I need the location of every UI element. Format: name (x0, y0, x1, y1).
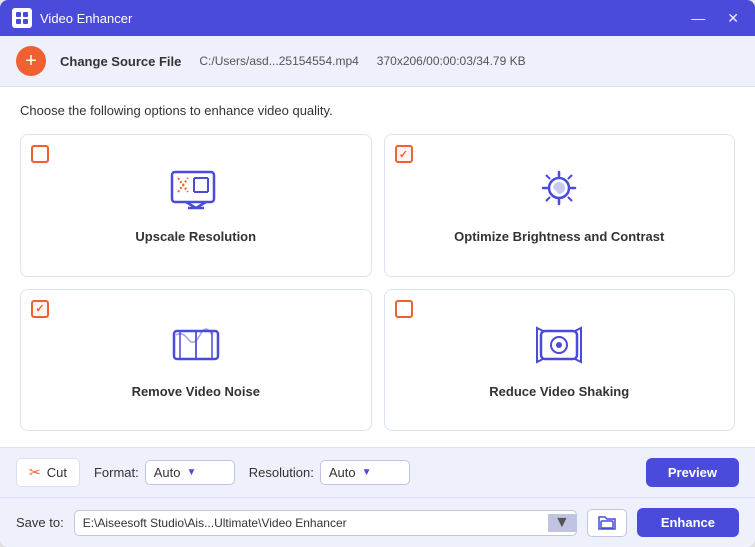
resolution-dropdown[interactable]: Auto ▼ (320, 460, 410, 485)
window-controls: — ✕ (687, 8, 743, 29)
brightness-label: Optimize Brightness and Contrast (454, 229, 664, 244)
save-path-dropdown[interactable]: ▼ (548, 514, 576, 532)
preview-button[interactable]: Preview (646, 458, 739, 487)
shaking-label: Reduce Video Shaking (489, 384, 629, 399)
enhance-button[interactable]: Enhance (637, 508, 739, 537)
noise-label: Remove Video Noise (132, 384, 260, 399)
add-source-button[interactable]: + (16, 46, 46, 76)
app-window: Video Enhancer — ✕ + Change Source File … (0, 0, 755, 547)
resolution-value: Auto (329, 465, 356, 480)
main-content: Choose the following options to enhance … (0, 87, 755, 447)
resolution-label: Resolution: (249, 465, 314, 480)
toolbar: + Change Source File C:/Users/asd...2515… (0, 36, 755, 87)
format-dropdown[interactable]: Auto ▼ (145, 460, 235, 485)
resolution-group: Resolution: Auto ▼ (249, 460, 410, 485)
save-path-input[interactable] (75, 511, 548, 535)
upscale-resolution-card[interactable]: Upscale Resolution (20, 134, 372, 277)
folder-button[interactable] (587, 509, 627, 537)
save-path-wrapper: ▼ (74, 510, 577, 536)
minimize-button[interactable]: — (687, 8, 709, 28)
close-button[interactable]: ✕ (723, 8, 743, 29)
change-source-label[interactable]: Change Source File (60, 54, 181, 69)
upscale-icon (168, 166, 224, 219)
shaking-checkbox[interactable] (395, 300, 413, 318)
cut-label: Cut (47, 465, 67, 480)
noise-icon (168, 321, 224, 374)
plus-icon: + (25, 51, 37, 71)
format-arrow-icon: ▼ (187, 467, 197, 478)
save-bar: Save to: ▼ Enhance (0, 497, 755, 547)
noise-checkbox[interactable] (31, 300, 49, 318)
file-details: 370x206/00:00:03/34.79 KB (377, 54, 526, 68)
brightness-contrast-card[interactable]: Optimize Brightness and Contrast (384, 134, 736, 277)
scissors-icon: ✂ (29, 464, 41, 481)
brightness-checkbox[interactable] (395, 145, 413, 163)
app-icon (12, 8, 32, 28)
brightness-icon (531, 166, 587, 219)
reduce-shaking-card[interactable]: Reduce Video Shaking (384, 289, 736, 432)
save-to-label: Save to: (16, 515, 64, 530)
instructions-text: Choose the following options to enhance … (20, 103, 735, 118)
titlebar-left: Video Enhancer (12, 8, 132, 28)
bottom-bar: ✂ Cut Format: Auto ▼ Resolution: Auto ▼ … (0, 447, 755, 497)
file-name: C:/Users/asd...25154554.mp4 (199, 54, 358, 68)
cut-button[interactable]: ✂ Cut (16, 458, 80, 487)
upscale-checkbox[interactable] (31, 145, 49, 163)
format-value: Auto (154, 465, 181, 480)
folder-icon (597, 515, 617, 531)
upscale-label: Upscale Resolution (135, 229, 256, 244)
remove-noise-card[interactable]: Remove Video Noise (20, 289, 372, 432)
format-label: Format: (94, 465, 139, 480)
shaking-icon (531, 321, 587, 374)
options-grid: Upscale Resolution (20, 134, 735, 431)
app-title: Video Enhancer (40, 11, 132, 26)
resolution-arrow-icon: ▼ (362, 467, 372, 478)
titlebar: Video Enhancer — ✕ (0, 0, 755, 36)
format-group: Format: Auto ▼ (94, 460, 235, 485)
